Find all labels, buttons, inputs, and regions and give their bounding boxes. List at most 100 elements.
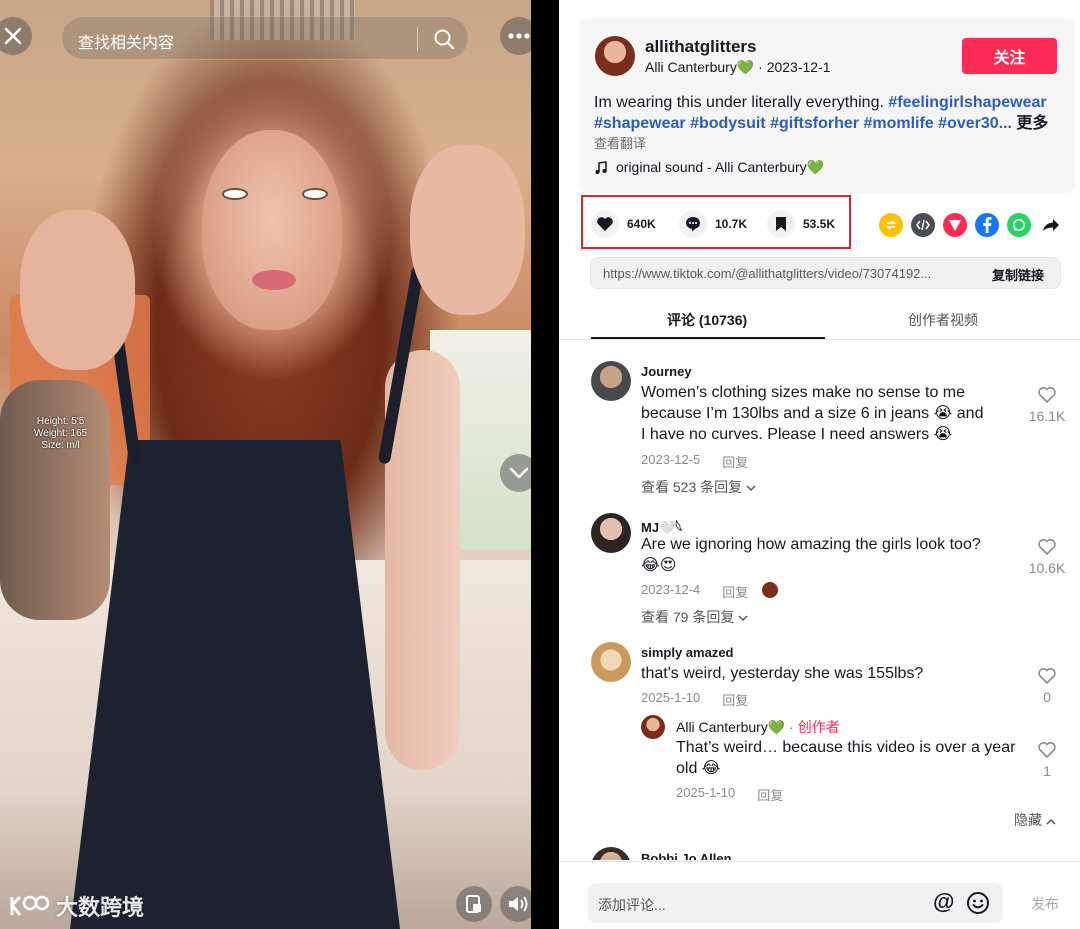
video-eye-right — [302, 188, 328, 200]
next-video-button[interactable] — [500, 454, 531, 492]
description-text: Im wearing this under literally everythi… — [594, 94, 884, 111]
reply-like-button[interactable]: 1 — [1027, 741, 1067, 779]
like-count: 640K — [627, 217, 656, 231]
commenter-name[interactable]: Bobbi Jo Allen — [641, 851, 732, 860]
video-player[interactable]: 查找相关内容 Height: 5'5 Weight: 165 Size: m/l… — [0, 0, 531, 929]
like-button[interactable]: 640K — [591, 210, 656, 238]
watermark-logo-icon — [10, 895, 50, 916]
sound-link[interactable]: original sound - Alli Canterbury💚 — [594, 159, 824, 176]
commenter-avatar[interactable] — [591, 642, 631, 682]
video-hand-right — [410, 145, 525, 315]
mention-icon[interactable]: @ — [933, 889, 954, 915]
comment-bubble-icon — [686, 217, 700, 232]
reply-button[interactable]: 回复 — [722, 690, 748, 709]
view-replies-button[interactable]: 查看 523 条回复 — [641, 477, 756, 497]
reply-date: 2025-1-10 — [676, 785, 736, 800]
commenter-avatar[interactable] — [591, 513, 631, 553]
follow-button[interactable]: 关注 — [962, 38, 1057, 74]
view-replies-label: 查看 79 条回复 — [641, 609, 735, 625]
heart-outline-icon — [1038, 539, 1056, 556]
comment-icon-wrap — [679, 210, 707, 238]
comment-like-button[interactable]: 16.1K — [1027, 386, 1067, 424]
save-icon-wrap — [767, 210, 795, 238]
comment-like-button[interactable]: 0 — [1027, 667, 1067, 705]
view-replies-button[interactable]: 查看 79 条回复 — [641, 607, 748, 627]
share-arrow-icon — [1043, 219, 1059, 231]
hide-replies-button[interactable]: 隐藏 — [1014, 810, 1056, 830]
search-input[interactable]: 查找相关内容 — [61, 16, 469, 60]
author-avatar[interactable] — [595, 36, 635, 76]
more-options-button[interactable] — [500, 17, 531, 55]
comment-button[interactable]: 10.7K — [679, 210, 747, 238]
speaker-icon — [509, 896, 528, 912]
embed-button[interactable] — [911, 213, 935, 237]
hashtag[interactable]: #feelingirlshapewear — [888, 94, 1046, 111]
more-link[interactable]: 更多 — [1016, 115, 1048, 132]
comment-input-placeholder: 添加评论... — [598, 897, 666, 913]
reply-author-name: Alli Canterbury💚 — [676, 719, 786, 735]
hashtag[interactable]: #bodysuit — [690, 115, 766, 132]
search-icon[interactable] — [433, 28, 455, 50]
emoji-icon[interactable] — [966, 891, 990, 915]
video-face — [202, 130, 342, 330]
embed-code-icon — [916, 219, 930, 231]
search-placeholder: 查找相关内容 — [78, 35, 175, 52]
chevron-down-icon — [738, 615, 748, 622]
copy-link-button[interactable]: 复制链接 — [992, 265, 1044, 284]
music-note-icon — [595, 160, 607, 174]
video-description: Im wearing this under literally everythi… — [594, 92, 1064, 134]
miniplayer-icon — [466, 895, 481, 913]
comment-like-button[interactable]: 10.6K — [1027, 538, 1067, 576]
comment-list[interactable]: Journey Women’s clothing sizes make no s… — [559, 355, 1080, 860]
whatsapp-share-button[interactable] — [1007, 213, 1031, 237]
comment-date: 2023-12-4 — [641, 582, 701, 597]
commenter-avatar[interactable] — [591, 361, 631, 401]
facebook-icon — [983, 217, 992, 233]
tab-comments[interactable]: 评论 (10736) — [667, 310, 747, 330]
view-replies-label: 查看 523 条回复 — [641, 479, 743, 495]
bookmark-icon — [776, 217, 786, 231]
reply-button[interactable]: 回复 — [722, 452, 748, 471]
comment-input[interactable]: 添加评论... @ — [588, 883, 1003, 923]
heart-icon — [597, 217, 613, 231]
reply-button[interactable]: 回复 — [722, 582, 748, 601]
overlay-weight: Weight: 165 — [34, 428, 88, 439]
volume-button[interactable] — [500, 886, 531, 922]
miniplayer-button[interactable] — [456, 886, 492, 922]
close-button[interactable] — [0, 17, 32, 55]
commenter-name[interactable]: Journey — [641, 364, 692, 379]
more-share-button[interactable] — [1039, 213, 1063, 237]
chevron-down-icon — [509, 467, 529, 479]
hashtag[interactable]: #over30... — [938, 115, 1012, 132]
video-eye-left — [222, 188, 248, 200]
comment-date: 2025-1-10 — [641, 690, 701, 705]
reply-button[interactable]: 回复 — [757, 785, 783, 804]
hashtag[interactable]: #momlife — [863, 115, 933, 132]
commenter-avatar[interactable] — [591, 847, 631, 860]
facebook-share-button[interactable] — [975, 213, 999, 237]
post-button[interactable]: 发布 — [1031, 894, 1059, 914]
creator-badge: · 创作者 — [789, 719, 840, 735]
comment-count: 10.7K — [715, 217, 748, 231]
reply-text: That’s weird… because this video is over… — [676, 739, 1016, 777]
repost-button[interactable] — [879, 213, 903, 237]
author-username[interactable]: allithatglitters — [645, 37, 756, 57]
save-button[interactable]: 53.5K — [767, 210, 835, 238]
hashtag[interactable]: #shapewear — [594, 115, 686, 132]
reply-author[interactable]: Alli Canterbury💚 · 创作者 — [676, 717, 840, 737]
hashtag[interactable]: #giftsforher — [770, 115, 859, 132]
watermark: 大数跨境 — [8, 890, 144, 922]
chevron-down-icon — [746, 485, 756, 492]
send-to-friend-button[interactable] — [943, 213, 967, 237]
commenter-name[interactable]: simply amazed — [641, 645, 734, 660]
comment-like-count: 0 — [1043, 689, 1051, 705]
tab-creator-videos[interactable]: 创作者视频 — [908, 310, 978, 330]
translate-link[interactable]: 查看翻译 — [594, 133, 646, 152]
creator-liked-avatar — [762, 582, 779, 598]
hide-replies-label: 隐藏 — [1014, 812, 1042, 828]
author-subline: Alli Canterbury💚 · 2023-12-1 — [645, 59, 831, 76]
comment-meta: 2025-1-10 回复 — [641, 690, 748, 709]
heart-outline-icon — [1038, 742, 1056, 759]
creator-reply-avatar[interactable] — [641, 715, 665, 739]
video-url[interactable]: https://www.tiktok.com/@allithatglitters… — [603, 266, 973, 281]
